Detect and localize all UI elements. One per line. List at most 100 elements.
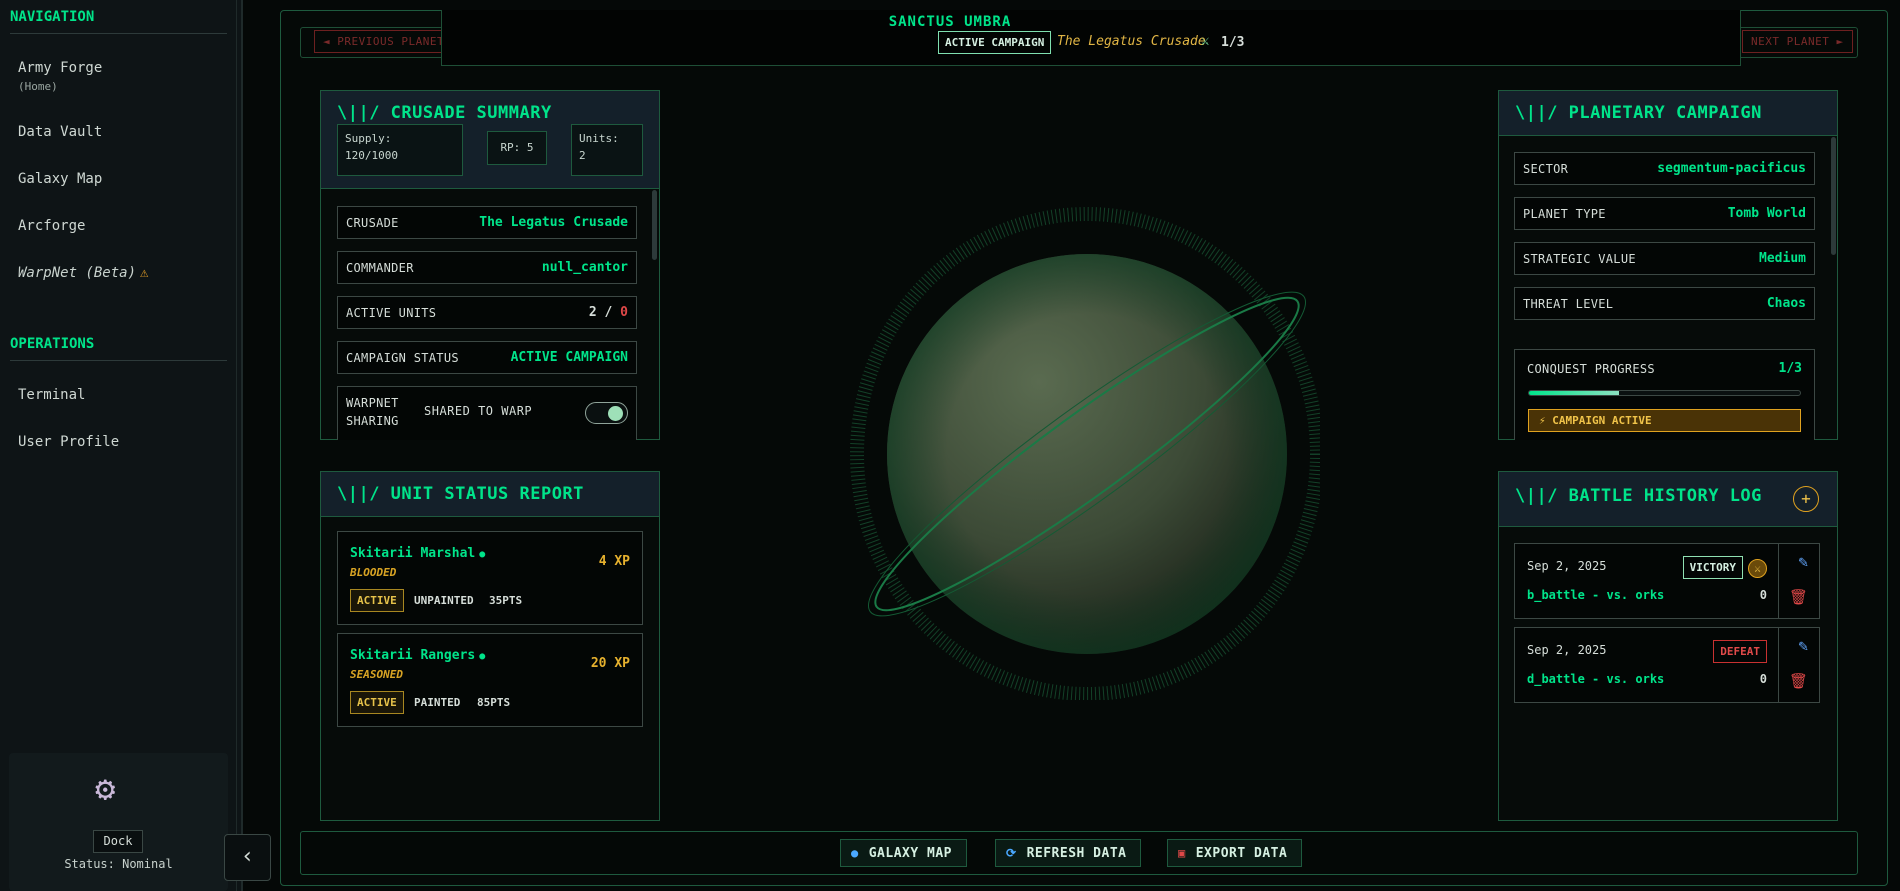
units-value: 2	[579, 149, 586, 162]
sidebar-item-galaxy-map[interactable]: Galaxy Map	[18, 171, 102, 187]
scrollbar[interactable]	[652, 190, 657, 260]
row-key: THREAT LEVEL	[1523, 297, 1614, 311]
sidebar-item-label: Data Vault	[18, 124, 103, 140]
supply-value: 120/1000	[345, 149, 398, 162]
collapse-sidebar-button[interactable]: ‹	[224, 834, 271, 881]
conquest-progress-bar	[1528, 390, 1801, 396]
status-dot-icon: ●	[479, 651, 486, 662]
header-progress: 1/3	[1221, 35, 1245, 50]
sidebar-item-army-forge[interactable]: Army Forge (Home)	[18, 60, 102, 93]
previous-planet-button[interactable]: ◄ PREVIOUS PLANET	[314, 30, 454, 53]
active-units-row: ACTIVE UNITS 2 / 0	[337, 296, 637, 329]
planet-type-row: PLANET TYPE Tomb World	[1514, 197, 1815, 230]
rp-stat: RP: 5	[487, 131, 547, 165]
header-crusade-name: The Legatus Crusade	[1057, 34, 1206, 49]
unit-card[interactable]: Skitarii Marshal ● BLOODED 4 XP ACTIVE UN…	[337, 531, 643, 625]
unit-card[interactable]: Skitarii Rangers ● SEASONED 20 XP ACTIVE …	[337, 633, 643, 727]
add-battle-button[interactable]: +	[1793, 486, 1819, 512]
units-label: Units:	[579, 132, 619, 145]
button-label: EXPORT DATA	[1195, 846, 1288, 861]
sidebar-item-data-vault[interactable]: Data Vault	[18, 124, 102, 140]
sidebar-item-label: Terminal	[18, 387, 86, 403]
unit-points: 35PTS	[489, 594, 523, 607]
warpnet-toggle[interactable]	[585, 402, 628, 424]
unit-name: Skitarii Rangers ●	[350, 648, 486, 663]
row-key: CAMPAIGN STATUS	[346, 351, 459, 365]
row-key: WARPNET SHARING	[346, 396, 399, 428]
battle-date: Sep 2, 2025	[1527, 643, 1607, 657]
edit-icon[interactable]: ✎	[1798, 636, 1808, 655]
divider	[10, 360, 227, 361]
result-badge: DEFEAT	[1713, 640, 1767, 663]
panel-title: \||/ BATTLE HISTORY LOG	[1515, 486, 1762, 506]
unit-xp: 4 XP	[598, 554, 630, 569]
unit-rank: BLOODED	[350, 566, 397, 579]
unit-name: Skitarii Marshal ●	[350, 546, 486, 561]
campaign-active-badge: ⚡ CAMPAIGN ACTIVE	[1528, 409, 1801, 432]
ops-heading: OPERATIONS	[10, 336, 95, 352]
sidebar-item-warpnet[interactable]: WarpNet (Beta) ⚠	[18, 265, 148, 281]
row-value: 2 / 0	[588, 305, 628, 320]
delete-icon[interactable]: 🗑	[1789, 588, 1808, 606]
status-badge: ACTIVE	[350, 691, 404, 714]
battle-score: 0	[1759, 588, 1767, 602]
edit-icon[interactable]: ✎	[1798, 552, 1808, 571]
row-value: Tomb World	[1727, 206, 1806, 221]
scrollbar[interactable]	[1831, 137, 1836, 255]
row-key: ACTIVE UNITS	[346, 306, 437, 320]
panel-header: \||/ BATTLE HISTORY LOG	[1499, 472, 1837, 527]
result-badge: VICTORY	[1682, 556, 1743, 579]
crossed-swords-icon: ⚔	[1748, 559, 1767, 578]
sidebar-item-arcforge[interactable]: Arcforge	[18, 218, 85, 234]
export-icon: ▣	[1178, 846, 1186, 860]
row-key: PLANET TYPE	[1523, 207, 1606, 221]
panel-title: \||/ PLANETARY CAMPAIGN	[1515, 103, 1762, 123]
strategic-value-row: STRATEGIC VALUE Medium	[1514, 242, 1815, 275]
battle-name: d_battle - vs. orks	[1527, 672, 1665, 686]
export-data-button[interactable]: ▣ EXPORT DATA	[1167, 839, 1303, 867]
sidebar-item-user-profile[interactable]: User Profile	[18, 434, 119, 450]
campaign-status-chip: ACTIVE CAMPAIGN	[938, 31, 1052, 54]
battle-score: 0	[1759, 672, 1767, 686]
sidebar-item-label: Galaxy Map	[18, 171, 103, 187]
battle-entry[interactable]: Sep 2, 2025 VICTORY ⚔ b_battle - vs. ork…	[1514, 543, 1820, 619]
row-value: The Legatus Crusade	[479, 215, 628, 230]
refresh-icon: ⟳	[1006, 846, 1017, 860]
sidebar: NAVIGATION Army Forge (Home) Data Vault …	[0, 0, 243, 891]
planet-visual[interactable]	[840, 200, 1320, 700]
threat-level-row: THREAT LEVEL Chaos	[1514, 287, 1815, 320]
galaxy-map-button[interactable]: ● GALAXY MAP	[840, 839, 968, 867]
button-label: REFRESH DATA	[1026, 846, 1127, 861]
supply-label: Supply:	[345, 132, 392, 145]
delete-icon[interactable]: 🗑	[1789, 672, 1808, 690]
dock-button[interactable]: Dock	[93, 830, 143, 853]
commander-row: COMMANDER null_cantor	[337, 251, 637, 284]
status-badge: ACTIVE	[350, 589, 404, 612]
row-key: STRATEGIC VALUE	[1523, 252, 1636, 266]
refresh-data-button[interactable]: ⟳ REFRESH DATA	[995, 839, 1142, 867]
panel-title: \||/ UNIT STATUS REPORT	[337, 484, 584, 504]
sector-row: SECTOR segmentum-pacificus	[1514, 152, 1815, 185]
row-value: null_cantor	[541, 260, 628, 275]
unit-points: 85PTS	[477, 696, 511, 709]
panel-header: \||/ UNIT STATUS REPORT	[321, 472, 659, 517]
battle-entry[interactable]: Sep 2, 2025 DEFEAT d_battle - vs. orks 0…	[1514, 627, 1820, 703]
row-value: segmentum-pacificus	[1657, 161, 1806, 176]
battle-date: Sep 2, 2025	[1527, 559, 1607, 573]
progress-fill	[1529, 391, 1620, 395]
panel-header: \||/ PLANETARY CAMPAIGN	[1499, 91, 1837, 136]
sidebar-item-terminal[interactable]: Terminal	[18, 387, 85, 403]
ops-section: OPERATIONS	[0, 336, 243, 361]
next-planet-button[interactable]: NEXT PLANET ►	[1742, 30, 1853, 53]
gear-icon[interactable]: ⚙	[95, 772, 115, 806]
divider	[1778, 628, 1779, 702]
row-value: ACTIVE CAMPAIGN	[510, 350, 628, 365]
button-label: GALAXY MAP	[868, 846, 953, 861]
status-dot-icon: ●	[479, 549, 486, 560]
paint-status: PAINTED	[414, 696, 461, 709]
row-key: CRUSADE	[346, 216, 399, 230]
row-key: SECTOR	[1523, 162, 1569, 176]
battle-name: b_battle - vs. orks	[1527, 588, 1665, 602]
progress-label: CONQUEST PROGRESS	[1527, 362, 1655, 376]
campaign-status-row: CAMPAIGN STATUS ACTIVE CAMPAIGN	[337, 341, 637, 374]
